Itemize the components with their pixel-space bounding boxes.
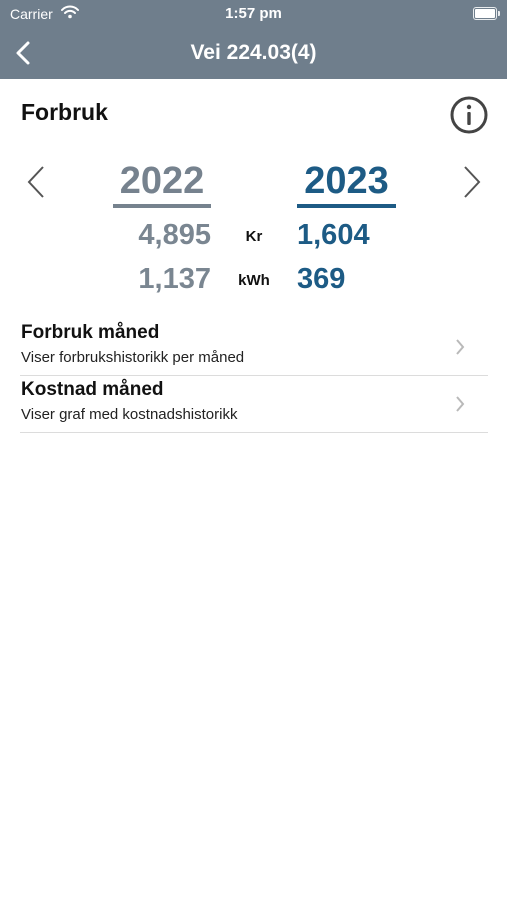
prev-cost-value: 4,895 [138, 219, 211, 251]
menu-item-kostnad-maned[interactable]: Kostnad måned Viser graf med kostnadshis… [20, 376, 488, 433]
nav-title: Vei 224.03(4) [190, 41, 317, 64]
menu-item-subtitle: Viser forbrukshistorikk per måned [21, 349, 245, 366]
energy-unit-label: kWh [238, 272, 270, 289]
cost-unit-label: Kr [245, 228, 263, 245]
chevron-right-icon [456, 339, 465, 355]
chevron-right-icon [464, 166, 481, 198]
curr-cost-value: 1,604 [297, 219, 370, 251]
chevron-right-icon [456, 396, 465, 412]
menu-item-title: Forbruk måned [21, 322, 160, 343]
chevron-left-icon [27, 166, 44, 198]
info-circle-icon [450, 96, 488, 134]
year-tab-current[interactable]: 2023 [297, 160, 396, 208]
menu-item-forbruk-maned[interactable]: Forbruk måned Viser forbrukshistorikk pe… [20, 319, 488, 376]
menu-item-title: Kostnad måned [21, 379, 164, 400]
clock: 1:57 pm [225, 5, 282, 22]
next-year-button[interactable] [460, 164, 484, 200]
battery-icon [473, 7, 500, 20]
prev-energy-value: 1,137 [138, 263, 211, 295]
navigation-bar: Vei 224.03(4) [0, 28, 507, 79]
previous-year-button[interactable] [24, 164, 48, 200]
top-bar: Carrier 1:57 pm Vei 224.03(4) [0, 0, 507, 79]
info-button[interactable] [449, 95, 489, 135]
menu-list: Forbruk måned Viser forbrukshistorikk pe… [20, 319, 488, 433]
curr-energy-value: 369 [297, 263, 346, 295]
year-tab-previous[interactable]: 2022 [113, 160, 211, 208]
page-title: Forbruk [21, 99, 108, 125]
status-bar: Carrier 1:57 pm [0, 0, 507, 28]
menu-item-subtitle: Viser graf med kostnadshistorikk [21, 406, 238, 423]
